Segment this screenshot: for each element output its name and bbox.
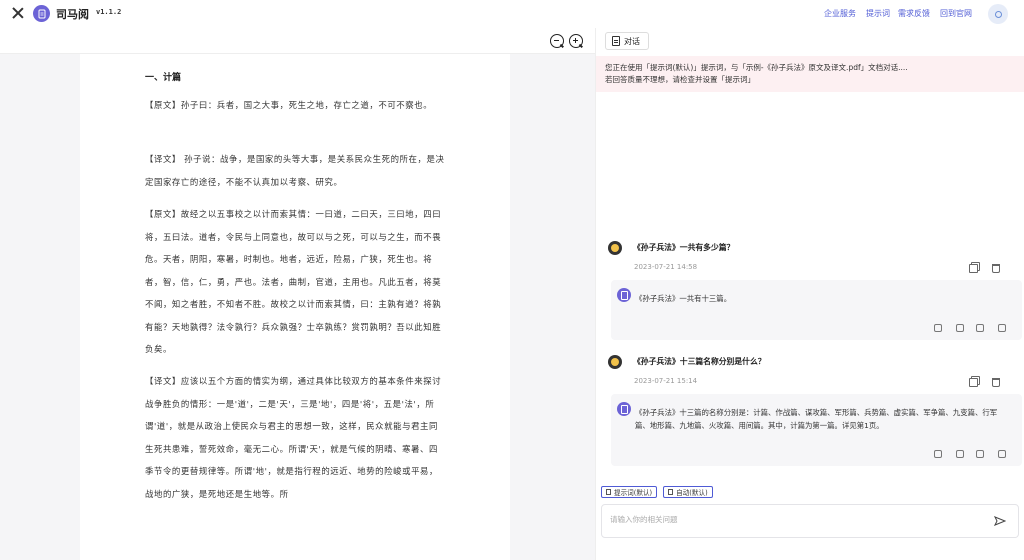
- paragraph: 【译文】 孙子说：战争，是国家的头等大事，是关系民众生死的所在，是决定国家存亡的…: [145, 154, 445, 187]
- notice-line-2: 若回答质量不理想，请检查并设置「提示词」: [605, 75, 755, 84]
- notice-line-1: 您正在使用「提示词(默认)」提示词，与「示例-《孙子兵法》原文及译文.pdf」文…: [605, 63, 908, 72]
- app-title: 司马阅: [56, 8, 89, 21]
- zoom-out-icon[interactable]: [550, 34, 564, 48]
- thumbs-up-icon[interactable]: [934, 450, 942, 458]
- user-avatar[interactable]: [988, 4, 1008, 24]
- nav-enterprise-services[interactable]: 企业服务: [824, 8, 856, 19]
- nav-feedback[interactable]: 需求反馈: [898, 8, 930, 19]
- tab-chat[interactable]: 对话: [605, 32, 649, 50]
- document-page: 一、计篇 【原文】孙子曰：兵者，国之大事，死生之地，存亡之道，不可不察也。 【译…: [80, 54, 510, 560]
- tab-chat-label: 对话: [624, 36, 640, 46]
- answer-text: 《孙子兵法》十三篇的名称分别是：计篇、作战篇、谋攻篇、军形篇、兵势篇、虚实篇、军…: [635, 408, 998, 430]
- prompt-select-label: 提示词(默认): [614, 489, 653, 497]
- thumbs-down-icon[interactable]: [956, 450, 964, 458]
- chat-input-box: [601, 504, 1019, 538]
- paragraph: 【原文】故经之以五事校之以计而索其情：一曰道，二曰天，三曰地，四曰将，五曰法。道…: [145, 209, 442, 354]
- user-avatar-icon: [608, 355, 622, 369]
- list-icon[interactable]: [998, 450, 1006, 458]
- thumbs-down-icon[interactable]: [956, 324, 964, 332]
- top-bar: 司马阅 v1.1.2 企业服务 提示词 需求反馈 回到官网: [0, 0, 1024, 28]
- app-logo-icon: [33, 5, 50, 22]
- chat-input[interactable]: [610, 515, 980, 524]
- delete-icon[interactable]: [992, 378, 1000, 387]
- close-icon[interactable]: [10, 6, 26, 22]
- document-toolbar: [0, 28, 595, 54]
- thumbs-up-icon[interactable]: [934, 324, 942, 332]
- document-viewer[interactable]: 一、计篇 【原文】孙子曰：兵者，国之大事，死生之地，存亡之道，不可不察也。 【译…: [0, 54, 595, 560]
- zoom-in-icon[interactable]: [569, 34, 583, 48]
- question-time: 2023-07-21 15:14: [634, 377, 698, 385]
- section-title: 一、计篇: [145, 73, 182, 83]
- version-label: v1.1.2: [96, 8, 122, 16]
- question-time: 2023-07-21 14:58: [634, 263, 698, 271]
- chat-panel: 对话 您正在使用「提示词(默认)」提示词，与「示例-《孙子兵法》原文及译文.pd…: [595, 28, 1024, 560]
- user-icon: [994, 10, 1002, 18]
- answer-text: 《孙子兵法》一共有十三篇。: [635, 294, 732, 303]
- copy-icon[interactable]: [969, 378, 978, 387]
- copy-icon[interactable]: [969, 264, 978, 273]
- chat-options: 提示词(默认) 自动(默认): [601, 486, 713, 498]
- nav-official-site[interactable]: 回到官网: [940, 8, 972, 19]
- copy-icon[interactable]: [976, 324, 984, 332]
- answer-box: 《孙子兵法》一共有十三篇。: [611, 280, 1022, 340]
- nav-prompts[interactable]: 提示词: [866, 8, 890, 19]
- translate-icon: [668, 489, 674, 495]
- paragraph: 【原文】孙子曰：兵者，国之大事，死生之地，存亡之道，不可不察也。: [145, 100, 433, 110]
- question-text: 《孙子兵法》十三篇名称分别是什么？: [633, 357, 766, 366]
- copy-icon[interactable]: [976, 450, 984, 458]
- question-text: 《孙子兵法》一共有多少篇？: [633, 243, 735, 252]
- user-avatar-icon: [608, 241, 622, 255]
- document-icon: [606, 489, 611, 495]
- assistant-avatar-icon: [617, 288, 631, 302]
- notice-banner: 您正在使用「提示词(默认)」提示词，与「示例-《孙子兵法》原文及译文.pdf」文…: [596, 56, 1024, 92]
- prompt-select-button[interactable]: 提示词(默认): [601, 486, 658, 498]
- list-icon[interactable]: [998, 324, 1006, 332]
- paragraph: 【译文】应该以五个方面的情实为纲，通过具体比较双方的基本条件来探讨战争胜负的情形…: [145, 376, 442, 499]
- document-icon: [612, 36, 620, 46]
- send-icon[interactable]: [994, 516, 1006, 526]
- mode-select-label: 自动(默认): [676, 489, 708, 497]
- answer-box: 《孙子兵法》十三篇的名称分别是：计篇、作战篇、谋攻篇、军形篇、兵势篇、虚实篇、军…: [611, 394, 1022, 466]
- assistant-avatar-icon: [617, 402, 631, 416]
- mode-select-button[interactable]: 自动(默认): [663, 486, 713, 498]
- delete-icon[interactable]: [992, 264, 1000, 273]
